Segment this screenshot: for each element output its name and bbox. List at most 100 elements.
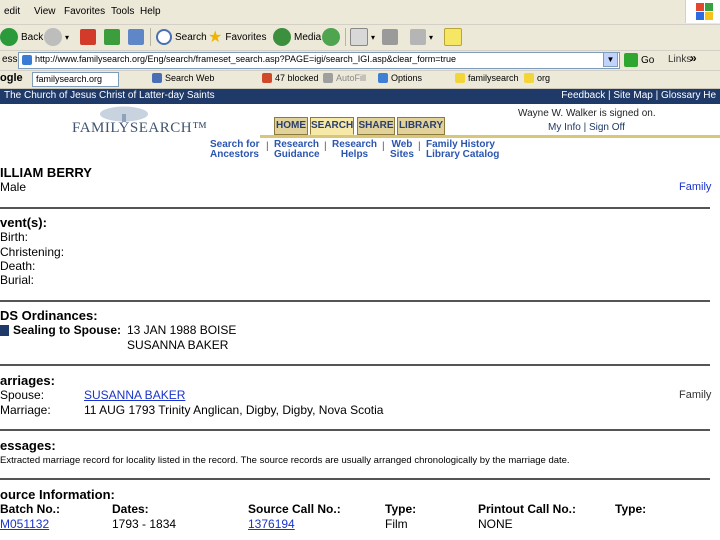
popup-blocker-button[interactable]: 47 blocked [262, 73, 319, 83]
family-link[interactable]: Family [679, 181, 711, 193]
stop-icon [80, 29, 96, 45]
spouse-family-label: Family [679, 389, 712, 401]
search-button[interactable]: Search [156, 27, 207, 47]
subnav-divider: | [418, 141, 421, 152]
event-death-label: Death: [0, 259, 36, 273]
subnav-web-sites[interactable]: Web Sites [390, 140, 414, 160]
ordinances-heading: DS Ordinances: [0, 308, 98, 323]
block-icon [262, 73, 272, 83]
address-input[interactable]: http://www.familysearch.org/Eng/search/f… [18, 52, 620, 69]
address-url: http://www.familysearch.org/Eng/search/f… [35, 54, 457, 64]
menu-edit[interactable]: edit [4, 6, 20, 17]
highlight-term-org[interactable]: org [524, 73, 550, 83]
signed-on-status: Wayne W. Walker is signed on. [518, 108, 656, 119]
refresh-icon [104, 29, 120, 45]
sealing-spouse: SUSANNA BAKER [127, 338, 229, 352]
tab-underline [260, 135, 720, 138]
event-birth-label: Birth: [0, 230, 29, 244]
source-call-number-link[interactable]: 1376194 [248, 517, 295, 531]
source-dates: 1793 - 1834 [112, 517, 177, 531]
google-logo[interactable]: ogle [0, 72, 23, 84]
marriages-heading: arriages: [0, 373, 55, 388]
stop-button[interactable] [80, 27, 99, 47]
google-toolbar: ogle familysearch.org Search Web 47 bloc… [0, 70, 720, 89]
event-christening-label: Christening: [0, 245, 65, 259]
note-icon [444, 28, 462, 46]
church-name[interactable]: The Church of Jesus Christ of Latter-day… [4, 90, 215, 101]
source-type: Film [385, 517, 408, 531]
marriage-value: 11 AUG 1793 Trinity Anglican, Digby, Dig… [84, 403, 384, 417]
go-arrow-icon [624, 53, 638, 67]
search-icon [156, 29, 172, 45]
back-button[interactable]: Back [0, 27, 43, 47]
sealing-value: 13 JAN 1988 BOISE [127, 323, 237, 337]
source-col-printout: Printout Call No.: [478, 502, 576, 516]
printout-call-number: NONE [478, 517, 513, 531]
go-button[interactable]: Go [624, 52, 654, 68]
subnav-search-for-ancestors[interactable]: Search for Ancestors [210, 140, 259, 160]
source-col-call-no: Source Call No.: [248, 502, 341, 516]
tab-search[interactable]: SEARCH [310, 117, 354, 135]
source-col-printout-type: Type: [615, 502, 647, 516]
subnav-research-helps[interactable]: Research Helps [332, 140, 377, 160]
links-label[interactable]: Links [668, 54, 691, 65]
tab-home[interactable]: HOME [274, 117, 308, 135]
subnav-library-catalog[interactable]: Family History Library Catalog [426, 140, 499, 160]
subnav-divider: | [266, 141, 269, 152]
sealing-label: Sealing to Spouse: [13, 323, 122, 337]
history-button[interactable] [322, 27, 343, 47]
home-button[interactable] [128, 27, 147, 47]
toolbar-divider [150, 28, 151, 46]
edit-button[interactable]: ▾ [410, 27, 433, 47]
menu-bar: edit View Favorites Tools Help [0, 0, 720, 25]
record-sex: Male [0, 180, 27, 194]
refresh-button[interactable] [104, 27, 123, 47]
section-divider [0, 429, 710, 431]
event-burial-label: Burial: [0, 273, 35, 287]
search-subnav: Search for Ancestors | Research Guidance… [200, 139, 720, 161]
chevron-right-icon[interactable]: » [690, 51, 697, 65]
forward-button[interactable]: ▾ [44, 27, 69, 47]
menu-help[interactable]: Help [140, 6, 161, 17]
favorites-button[interactable]: ★ Favorites [208, 27, 266, 47]
address-label: ess [2, 54, 18, 65]
section-divider [0, 478, 710, 480]
my-info-links[interactable]: My Info | Sign Off [548, 122, 625, 133]
google-search-input[interactable]: familysearch.org [32, 72, 119, 87]
page-icon [22, 55, 32, 65]
familysearch-logo[interactable]: FAMILYSEARCH™ [70, 106, 207, 136]
forward-arrow-icon [44, 28, 62, 46]
autofill-icon [323, 73, 333, 83]
top-links[interactable]: Feedback | Site Map | Glossary He [561, 90, 716, 101]
print-button[interactable] [382, 27, 401, 47]
menu-view[interactable]: View [34, 6, 56, 17]
gear-icon [378, 73, 388, 83]
search-icon [152, 73, 162, 83]
history-icon [322, 28, 340, 46]
messenger-button[interactable] [444, 27, 465, 47]
menu-favorites[interactable]: Favorites [64, 6, 105, 17]
options-button[interactable]: Options [378, 73, 422, 83]
messages-heading: essages: [0, 438, 56, 453]
highlight-term-familysearch[interactable]: familysearch [455, 73, 519, 83]
toolbar-divider [345, 28, 346, 46]
messages-text: Extracted marriage record for locality l… [0, 455, 570, 466]
menu-tools[interactable]: Tools [111, 6, 134, 17]
mail-button[interactable]: ▾ [350, 27, 375, 47]
tab-share[interactable]: SHARE [357, 117, 395, 135]
tab-library[interactable]: LIBRARY [397, 117, 445, 135]
spouse-link[interactable]: SUSANNA BAKER [84, 388, 185, 402]
media-icon [273, 28, 291, 46]
subnav-research-guidance[interactable]: Research Guidance [274, 140, 320, 160]
autofill-button[interactable]: AutoFill [323, 73, 366, 83]
subnav-divider: | [382, 141, 385, 152]
search-web-button[interactable]: Search Web [152, 73, 214, 83]
chevron-down-icon[interactable]: ▼ [603, 52, 618, 67]
highlight-icon [455, 73, 465, 83]
source-col-type: Type: [385, 502, 417, 516]
marriage-label: Marriage: [0, 403, 51, 417]
source-col-batch: Batch No.: [0, 502, 60, 516]
standard-toolbar: Back ▾ Search ★ Favorites Media ▾ ▾ [0, 24, 720, 51]
batch-number-link[interactable]: M051132 [0, 517, 49, 531]
media-button[interactable]: Media [273, 27, 321, 47]
